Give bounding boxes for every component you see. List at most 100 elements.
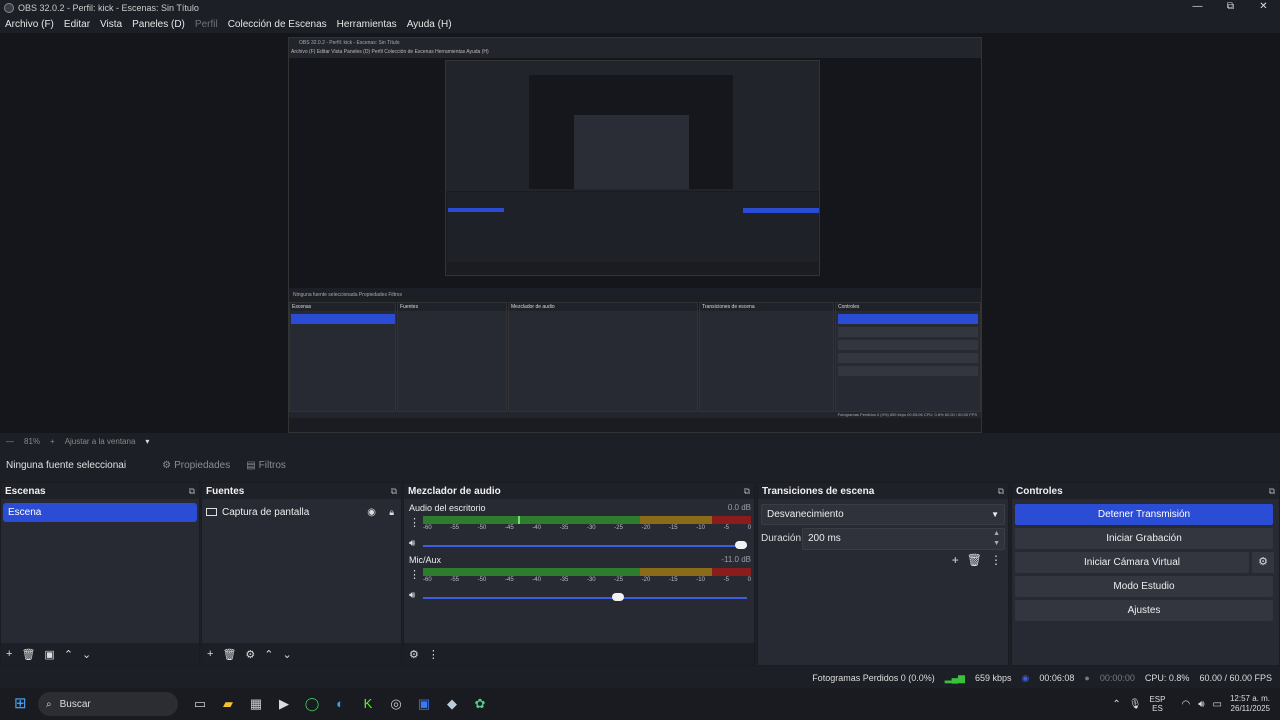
- meter-tick: -35: [559, 525, 569, 531]
- scene-filters-icon[interactable]: ▣: [44, 648, 54, 661]
- clock[interactable]: 12:57 a. m. 26/11/2025: [1230, 694, 1270, 714]
- volume-slider[interactable]: [423, 597, 747, 599]
- transitions-dock: Transiciones de escena ⧉ Desvanecimiento ▼…: [757, 482, 1009, 666]
- task-view-icon[interactable]: ▭: [186, 696, 214, 712]
- advanced-audio-icon[interactable]: ⚙: [409, 648, 419, 661]
- undock-icon[interactable]: ⧉: [998, 486, 1004, 497]
- meter-tick: -5: [723, 525, 729, 531]
- filters-button[interactable]: ▤ Filtros: [246, 460, 286, 471]
- duration-input[interactable]: 200 ms ▲ ▼: [802, 528, 1005, 550]
- nested-title: OBS 32.0.2 - Perfil: kick - Escenas: Sin…: [299, 40, 400, 46]
- virtual-cam-settings-icon[interactable]: ⚙: [1252, 552, 1274, 573]
- language-indicator[interactable]: ESP ES: [1149, 695, 1165, 713]
- settings-button[interactable]: Ajustes: [1015, 600, 1273, 621]
- transition-select[interactable]: Desvanecimiento ▼: [761, 504, 1005, 525]
- menu-editar[interactable]: Editar: [64, 19, 90, 30]
- undock-icon[interactable]: ⧉: [189, 486, 195, 497]
- sources-toolbar: + 🗑 ⚙ ⌃ ⌄: [202, 643, 401, 665]
- menu-vista[interactable]: Vista: [100, 19, 122, 30]
- move-up-icon[interactable]: ⌃: [264, 648, 273, 661]
- edge-icon[interactable]: ◐: [326, 696, 354, 712]
- move-down-icon[interactable]: ⌄: [82, 648, 91, 661]
- mic-icon[interactable]: 🎙︎: [1129, 699, 1142, 710]
- move-up-icon[interactable]: ⌃: [64, 648, 73, 661]
- channel-menu-icon[interactable]: ⋮: [409, 568, 420, 581]
- nested-preview: [289, 58, 981, 310]
- windows-start-icon[interactable]: ⊞: [14, 696, 30, 712]
- volume-icon[interactable]: 🔊︎: [1198, 699, 1204, 710]
- zoom-in-icon[interactable]: +: [50, 437, 55, 446]
- channel-db: 0.0 dB: [727, 503, 751, 512]
- steam-icon[interactable]: ◆: [438, 696, 466, 712]
- undock-icon[interactable]: ⧉: [391, 486, 397, 497]
- scene-item[interactable]: Escena: [3, 503, 197, 522]
- undock-icon[interactable]: ⧉: [1269, 486, 1275, 497]
- nested-source-bar: Ninguna fuente seleccionada Propiedades …: [289, 288, 981, 302]
- wifi-icon[interactable]: ◠: [1181, 699, 1190, 710]
- taskbar-apps: ▭ ▰ ▦ ▶ ◯ ◐ K ◎ ▣ ◆ ✿: [186, 696, 494, 712]
- source-item[interactable]: Captura de pantalla ◉ 🔒︎: [206, 504, 398, 520]
- mixer-menu-icon[interactable]: ⋮: [428, 648, 439, 661]
- remove-source-icon[interactable]: 🗑: [222, 648, 236, 661]
- studio-mode-button[interactable]: Modo Estudio: [1015, 576, 1273, 597]
- whatsapp-icon[interactable]: ◯: [298, 696, 326, 712]
- properties-button[interactable]: ⚙ Propiedades: [162, 460, 230, 471]
- fit-window-label[interactable]: Ajustar a la ventana: [65, 437, 136, 446]
- eye-icon[interactable]: ◉: [367, 507, 376, 518]
- volume-knob[interactable]: [611, 593, 624, 601]
- menu-perfil[interactable]: Perfil: [195, 19, 218, 30]
- speaker-icon[interactable]: 🔊︎: [409, 538, 415, 549]
- add-scene-icon[interactable]: +: [6, 648, 12, 660]
- minimize-button[interactable]: —: [1181, 0, 1214, 14]
- filters-label: Filtros: [258, 459, 286, 471]
- transition-tools: + 🗑 ⋮: [944, 553, 1002, 567]
- controls-header: Controles ⧉: [1012, 483, 1279, 499]
- nested-stop-stream: [838, 314, 978, 324]
- menu-archivo[interactable]: Archivo (F): [5, 19, 54, 30]
- zoom-dropdown-icon[interactable]: ▾: [145, 437, 149, 446]
- maximize-button[interactable]: ⧉: [1214, 0, 1247, 14]
- battery-icon[interactable]: ▭: [1213, 699, 1222, 710]
- start-virtual-cam-button[interactable]: Iniciar Cámara Virtual: [1015, 552, 1249, 573]
- meter-tick: -25: [614, 577, 623, 583]
- channel-name: Mic/Aux: [409, 555, 442, 565]
- transition-menu-icon[interactable]: ⋮: [990, 553, 1002, 567]
- menu-coleccion-escenas[interactable]: Colección de Escenas: [228, 19, 327, 30]
- speaker-icon[interactable]: 🔊︎: [409, 590, 415, 601]
- meter-tick: -45: [504, 577, 514, 583]
- volume-knob[interactable]: [735, 541, 747, 549]
- transitions-title: Transiciones de escena: [762, 485, 875, 497]
- calculator-icon[interactable]: ▦: [242, 696, 270, 712]
- media-player-icon[interactable]: ▶: [270, 696, 298, 712]
- add-transition-icon[interactable]: +: [952, 553, 959, 567]
- kick-icon[interactable]: K: [354, 696, 382, 712]
- start-recording-button[interactable]: Iniciar Grabación: [1015, 528, 1273, 549]
- close-button[interactable]: ✕: [1247, 0, 1280, 14]
- zoom-out-icon[interactable]: —: [6, 437, 14, 446]
- nested-virtual-cam: [838, 340, 978, 350]
- menu-herramientas[interactable]: Herramientas: [337, 19, 397, 30]
- menu-paneles[interactable]: Paneles (D): [132, 19, 185, 30]
- spinner-icon[interactable]: ▲ ▼: [993, 529, 1000, 549]
- nested-scene-item: [291, 314, 395, 324]
- app-icon[interactable]: ✿: [466, 696, 494, 712]
- add-source-icon[interactable]: +: [207, 648, 213, 660]
- editor-icon[interactable]: ▣: [410, 696, 438, 712]
- nested-scenes-header: Escenas: [290, 303, 395, 311]
- channel-menu-icon[interactable]: ⋮: [409, 516, 420, 529]
- rec-icon: ●: [1084, 673, 1090, 683]
- status-bar: Fotogramas Perdidos 0 (0.0%) ▂▄▆ 659 kbp…: [0, 668, 1280, 688]
- file-explorer-icon[interactable]: ▰: [214, 696, 242, 712]
- obs-icon[interactable]: ◎: [382, 696, 410, 712]
- move-down-icon[interactable]: ⌄: [283, 648, 292, 661]
- undock-icon[interactable]: ⧉: [744, 486, 750, 497]
- menu-ayuda[interactable]: Ayuda (H): [407, 19, 452, 30]
- stop-stream-button[interactable]: Detener Transmisión: [1015, 504, 1273, 525]
- volume-slider[interactable]: [423, 545, 747, 547]
- lock-icon[interactable]: 🔒︎: [389, 507, 394, 518]
- remove-transition-icon[interactable]: 🗑: [967, 553, 982, 567]
- remove-scene-icon[interactable]: 🗑: [21, 648, 35, 661]
- taskbar-search[interactable]: ⌕ Buscar: [38, 692, 178, 716]
- chevron-up-icon[interactable]: ⌃: [1112, 699, 1120, 710]
- source-settings-icon[interactable]: ⚙: [245, 648, 255, 661]
